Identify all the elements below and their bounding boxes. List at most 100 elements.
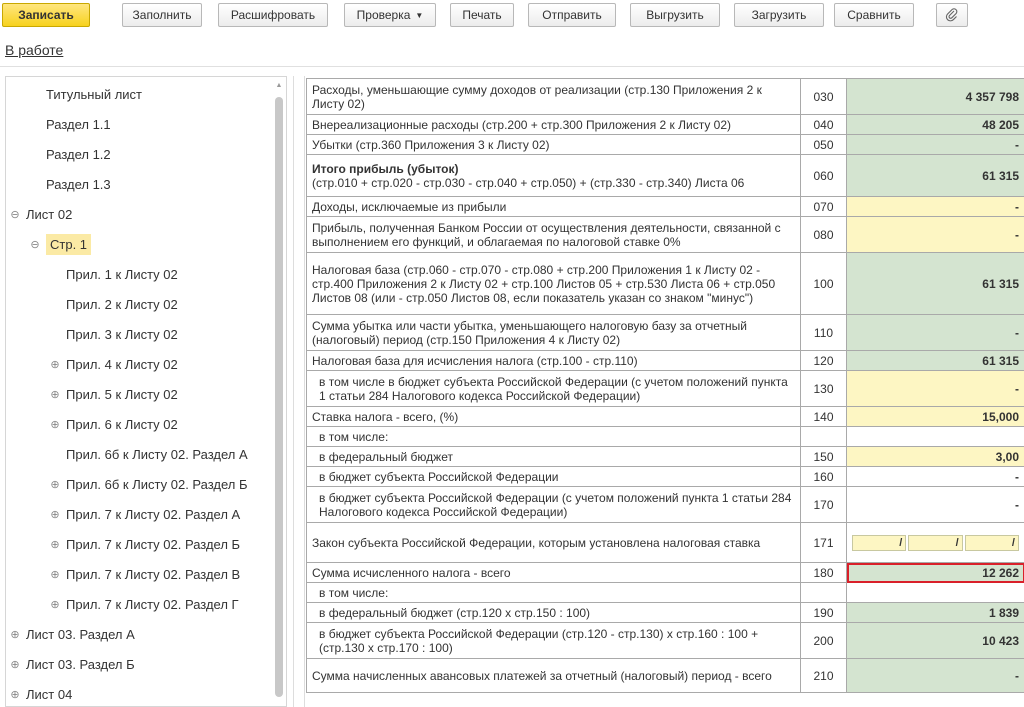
tree-item-label: Прил. 2 к Листу 02 [66, 296, 178, 312]
tree-item[interactable]: ⊕ Прил. 7 к Листу 02. Раздел В [48, 559, 240, 589]
expand-icon[interactable]: ⊕ [48, 568, 62, 581]
table-row: Налоговая база для исчисления налога (ст… [306, 350, 1024, 371]
row-code: 070 [800, 196, 847, 217]
tree-item[interactable]: ⊕ Прил. 5 к Листу 02 [48, 379, 177, 409]
row-description: в том числе: [306, 582, 801, 603]
scroll-up-icon[interactable]: ▲ [275, 82, 283, 90]
value-cell[interactable]: 12 262 [846, 562, 1024, 583]
tree-item[interactable]: ⊕ Лист 03. Раздел А [8, 619, 134, 649]
value-cell[interactable]: - [846, 134, 1024, 155]
tree-item[interactable]: ⊕ Прил. 6 к Листу 02 [48, 409, 178, 439]
expand-icon[interactable]: ⊕ [48, 598, 62, 611]
row-code: 050 [800, 134, 847, 155]
value-cell[interactable]: - [846, 216, 1024, 253]
expand-icon[interactable]: ⊕ [48, 508, 62, 521]
scroll-thumb[interactable] [275, 97, 283, 697]
law-field[interactable]: / [852, 534, 907, 551]
row-code: 210 [800, 658, 847, 693]
row-description: Внереализационные расходы (стр.200 + стр… [306, 114, 801, 135]
import-button[interactable]: Загрузить [734, 3, 824, 27]
send-button[interactable]: Отправить [528, 3, 616, 27]
value-cell[interactable]: - [846, 196, 1024, 217]
row-description: Убытки (стр.360 Приложения 3 к Листу 02) [306, 134, 801, 155]
expand-icon[interactable]: ⊕ [8, 688, 22, 701]
row-code: 040 [800, 114, 847, 135]
value-cell[interactable]: 1 839 [846, 602, 1024, 623]
value-cell[interactable]: 15,000 [846, 406, 1024, 427]
tree-item[interactable]: ⊕ Лист 03. Раздел Б [8, 649, 135, 679]
law-fields: / / / [852, 534, 1019, 551]
tree-item-label: Прил. 7 к Листу 02. Раздел А [66, 506, 241, 522]
value-cell [846, 426, 1024, 447]
tree-item[interactable]: Прил. 1 к Листу 02 [48, 259, 178, 289]
status-link[interactable]: В работе [5, 42, 63, 58]
table-row: в бюджет субъекта Российской Федерации 16… [306, 466, 1024, 487]
expand-icon[interactable]: ⊕ [48, 478, 62, 491]
tree-scrollbar[interactable]: ▲ [274, 79, 284, 704]
tree-item[interactable]: Прил. 6б к Листу 02. Раздел А [48, 439, 248, 469]
row-code: 150 [800, 446, 847, 467]
row-code: 160 [800, 466, 847, 487]
value-cell[interactable]: 61 315 [846, 154, 1024, 197]
expand-icon[interactable]: ⊕ [8, 628, 22, 641]
value-cell[interactable]: 48 205 [846, 114, 1024, 135]
row-code: 110 [800, 314, 847, 351]
collapse-icon[interactable]: ⊖ [28, 238, 42, 251]
decode-button[interactable]: Расшифровать [218, 3, 328, 27]
check-label: Проверка [356, 8, 411, 22]
row-description: Сумма исчисленного налога - всего [306, 562, 801, 583]
value-cell[interactable]: - [846, 370, 1024, 407]
value-cell[interactable]: 61 315 [846, 252, 1024, 315]
value-cell[interactable]: 10 423 [846, 622, 1024, 659]
table-row: Доходы, исключаемые из прибыли 070- [306, 196, 1024, 217]
tree-item[interactable]: Прил. 2 к Листу 02 [48, 289, 178, 319]
value-cell[interactable]: 3,00 [846, 446, 1024, 467]
tree-item[interactable]: ⊕ Прил. 6б к Листу 02. Раздел Б [48, 469, 247, 499]
table-row: в федеральный бюджет (стр.120 х стр.150 … [306, 602, 1024, 623]
collapse-icon[interactable]: ⊖ [8, 208, 22, 221]
tree-item-label: Лист 03. Раздел Б [26, 656, 135, 672]
expand-icon[interactable]: ⊕ [48, 538, 62, 551]
law-field[interactable]: / [964, 534, 1019, 551]
tree-item[interactable]: Прил. 3 к Листу 02 [48, 319, 178, 349]
check-dropdown-button[interactable]: Проверка ▼ [344, 3, 436, 27]
divider [0, 66, 1024, 67]
print-button[interactable]: Печать [450, 3, 514, 27]
tree-item[interactable]: ⊕ Прил. 7 к Листу 02. Раздел А [48, 499, 240, 529]
tree-item[interactable]: Титульный лист [28, 79, 142, 109]
tree-item-label: Прил. 6 к Листу 02 [66, 416, 178, 432]
value-cell: / / / [846, 522, 1024, 563]
tree-item[interactable]: Раздел 1.2 [28, 139, 111, 169]
attach-button[interactable] [936, 3, 968, 27]
tree-item-label: Прил. 6б к Листу 02. Раздел А [66, 446, 248, 462]
table-row: Ставка налога - всего, (%) 140 15,000 [306, 406, 1024, 427]
expand-icon[interactable]: ⊕ [8, 658, 22, 671]
tree-item[interactable]: Раздел 1.3 [28, 169, 111, 199]
value-cell[interactable]: - [846, 466, 1024, 487]
table-row: Закон субъекта Российской Федерации, кот… [306, 522, 1024, 563]
tree-item[interactable]: ⊖ Стр. 1 [28, 229, 92, 259]
value-cell[interactable]: 61 315 [846, 350, 1024, 371]
table-row: в том числе: [306, 426, 1024, 447]
tree-item[interactable]: ⊖ Лист 02 [8, 199, 72, 229]
value-cell[interactable]: - [846, 314, 1024, 351]
tree-item[interactable]: Раздел 1.1 [28, 109, 111, 139]
row-description: в бюджет субъекта Российской Федерации (… [306, 486, 801, 523]
law-field[interactable]: / [908, 534, 963, 551]
table-row: в федеральный бюджет 150 3,00 [306, 446, 1024, 467]
expand-icon[interactable]: ⊕ [48, 388, 62, 401]
compare-button[interactable]: Сравнить [834, 3, 914, 27]
expand-icon[interactable]: ⊕ [48, 418, 62, 431]
value-cell[interactable]: - [846, 658, 1024, 693]
tree-item[interactable]: ⊕ Прил. 7 к Листу 02. Раздел Г [48, 589, 238, 619]
value-cell[interactable]: - [846, 486, 1024, 523]
value-cell[interactable]: 4 357 798 [846, 78, 1024, 115]
fill-button[interactable]: Заполнить [122, 3, 202, 27]
expand-icon[interactable]: ⊕ [48, 358, 62, 371]
pane-splitter[interactable] [293, 76, 305, 707]
save-button[interactable]: Записать [2, 3, 90, 27]
tree-item[interactable]: ⊕ Лист 04 [8, 679, 72, 706]
tree-item[interactable]: ⊕ Прил. 7 к Листу 02. Раздел Б [48, 529, 240, 559]
export-button[interactable]: Выгрузить [630, 3, 720, 27]
tree-item[interactable]: ⊕ Прил. 4 к Листу 02 [48, 349, 177, 379]
